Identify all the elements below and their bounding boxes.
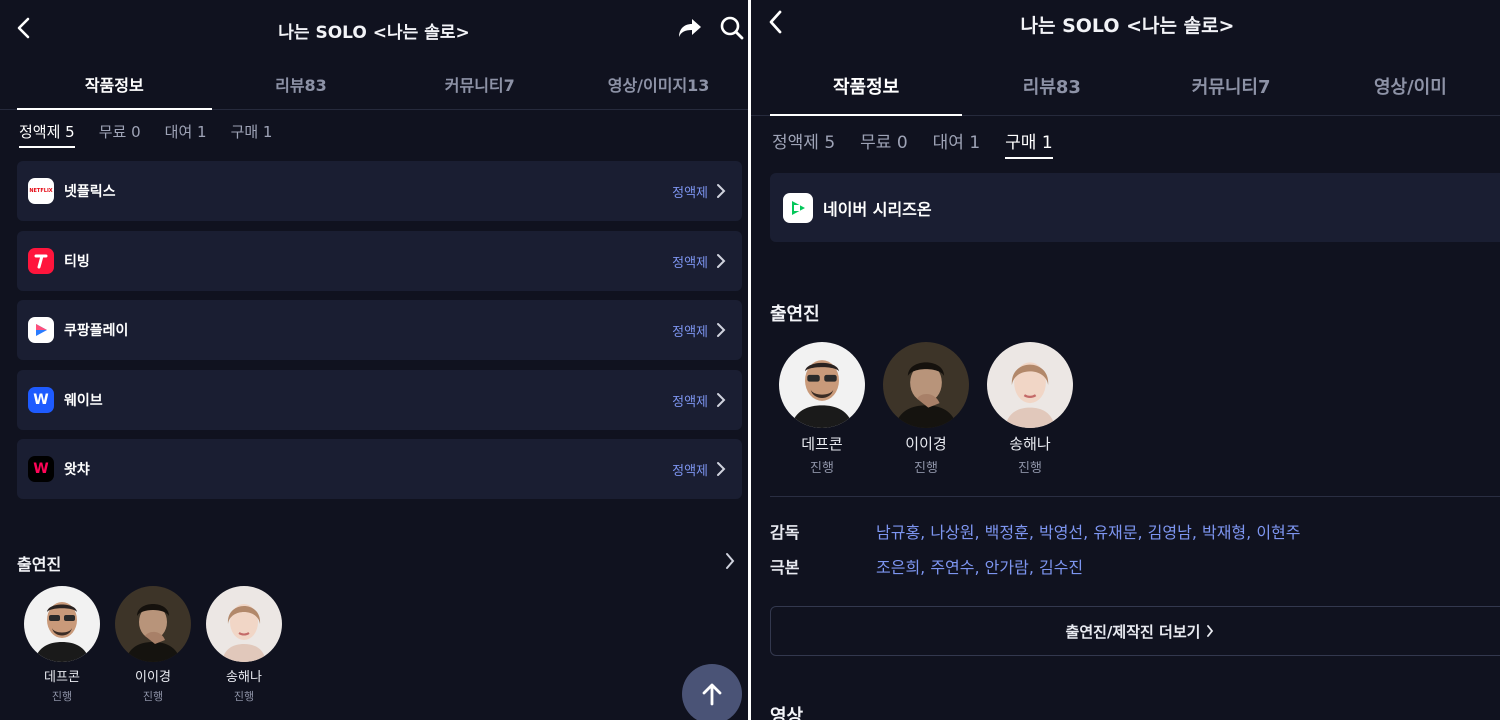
- provider-row[interactable]: W 웨이브 정액제: [17, 370, 742, 430]
- tab-info[interactable]: 작품정보: [17, 70, 212, 110]
- provider-plan-type: 정액제: [672, 463, 708, 479]
- cast-member[interactable]: 데프콘 진행: [24, 586, 100, 704]
- cast-role: 진행: [810, 461, 834, 476]
- credit-names-link[interactable]: 조은희, 주연수, 안가람, 김수진: [876, 554, 1083, 578]
- chevron-right-icon: [1207, 625, 1214, 637]
- credit-label: 극본: [770, 558, 800, 577]
- chevron-right-icon: [716, 461, 726, 477]
- main-tabs: 작품정보 리뷰83 커뮤니티7 영상/이미지13: [0, 70, 748, 110]
- cast-role: 진행: [233, 690, 255, 703]
- subtab-rental[interactable]: 대여 1: [165, 121, 207, 142]
- cast-member[interactable]: 송해나 진행: [987, 342, 1073, 476]
- cast-role: 진행: [1018, 461, 1042, 476]
- provider-name: 네이버 시리즈온: [823, 199, 932, 219]
- provider-row[interactable]: W 왓챠 정액제: [17, 439, 742, 499]
- header: 나는 SOLO <나는 솔로>: [0, 0, 748, 56]
- cast-crew-more-button[interactable]: 출연진/제작진 더보기: [770, 606, 1500, 656]
- subtab-purchase[interactable]: 구매 1: [231, 121, 273, 142]
- provider-name: 웨이브: [64, 393, 103, 409]
- cast-member[interactable]: 데프콘 진행: [779, 342, 865, 476]
- avatar: [206, 586, 282, 662]
- main-tabs: 작품정보 리뷰83 커뮤니티7 영상/이미: [751, 72, 1500, 116]
- more-button-label: 출연진/제작진 더보기: [1065, 622, 1201, 641]
- credit-row-director: 감독 남규홍, 나상원, 백정훈, 박영선, 유재문, 김영남, 박재형, 이현…: [770, 519, 1300, 543]
- cast-member[interactable]: 이이경 진행: [883, 342, 969, 476]
- provider-plan-type: 정액제: [672, 255, 708, 271]
- price-filter-tabs: 정액제 5 무료 0 대여 1 구매 1: [19, 121, 273, 148]
- credit-names-link[interactable]: 남규홍, 나상원, 백정훈, 박영선, 유재문, 김영남, 박재형, 이현주: [876, 519, 1300, 543]
- cast-role: 진행: [914, 461, 938, 476]
- provider-row[interactable]: NETFLIX 넷플릭스 정액제: [17, 161, 742, 221]
- cast-name: 송해나: [226, 670, 262, 685]
- provider-row[interactable]: 네이버 시리즈온: [770, 173, 1500, 242]
- provider-plan-type: 정액제: [672, 394, 708, 410]
- provider-row[interactable]: 티빙 정액제: [17, 231, 742, 291]
- tab-media[interactable]: 영상/이미지13: [569, 70, 748, 109]
- share-icon[interactable]: [677, 17, 703, 39]
- naver-series-on-logo-icon: [783, 192, 813, 223]
- avatar: [24, 586, 100, 662]
- header: 나는 SOLO <나는 솔로>: [751, 0, 1500, 56]
- watcha-logo-icon: W: [28, 456, 54, 482]
- avatar: [779, 342, 865, 428]
- cast-role: 진행: [51, 690, 73, 703]
- avatar: [883, 342, 969, 428]
- avatar: [987, 342, 1073, 428]
- video-section-title: 영상: [770, 706, 804, 720]
- tab-reviews[interactable]: 리뷰83: [212, 70, 391, 109]
- page-title: 나는 SOLO <나는 솔로>: [1020, 15, 1235, 37]
- provider-name: 왓챠: [64, 462, 90, 478]
- provider-row[interactable]: 쿠팡플레이 정액제: [17, 300, 742, 360]
- cast-member[interactable]: 송해나 진행: [206, 586, 282, 704]
- chevron-right-icon: [716, 183, 726, 199]
- cast-list: 데프콘 진행 이이경 진행 송해나 진행: [24, 586, 282, 704]
- subtab-subscription[interactable]: 정액제 5: [19, 121, 75, 148]
- provider-name: 넷플릭스: [64, 184, 116, 200]
- subtab-free[interactable]: 무료 0: [860, 128, 908, 153]
- cast-list: 데프콘 진행 이이경 진행 송해나 진행: [779, 342, 1073, 476]
- subtab-free[interactable]: 무료 0: [99, 121, 141, 142]
- scroll-to-top-button[interactable]: [682, 664, 742, 720]
- cast-name: 데프콘: [801, 435, 843, 453]
- provider-name: 티빙: [64, 254, 90, 270]
- tab-community[interactable]: 커뮤니티7: [1142, 72, 1321, 115]
- left-screen: 나는 SOLO <나는 솔로> 작품정보 리뷰83 커뮤니티7 영상/이미지13…: [0, 0, 748, 720]
- chevron-right-icon: [716, 392, 726, 408]
- cast-name: 이이경: [135, 670, 171, 685]
- coupang-play-logo-icon: [28, 317, 54, 343]
- provider-name: 쿠팡플레이: [64, 323, 129, 339]
- provider-plan-type: 정액제: [672, 324, 708, 340]
- cast-section-title: 출연진: [17, 555, 62, 574]
- avatar: [115, 586, 191, 662]
- cast-role: 진행: [142, 690, 164, 703]
- subtab-subscription[interactable]: 정액제 5: [772, 128, 835, 153]
- cast-member[interactable]: 이이경 진행: [115, 586, 191, 704]
- credit-row-writer: 극본 조은희, 주연수, 안가람, 김수진: [770, 554, 1083, 578]
- cast-name: 이이경: [905, 435, 947, 453]
- price-filter-tabs: 정액제 5 무료 0 대여 1 구매 1: [772, 128, 1053, 159]
- tab-community[interactable]: 커뮤니티7: [390, 70, 569, 109]
- section-divider: [770, 496, 1500, 497]
- tving-logo-icon: [28, 248, 54, 274]
- netflix-logo-icon: NETFLIX: [28, 178, 54, 204]
- tab-info[interactable]: 작품정보: [770, 72, 963, 116]
- cast-section-title: 출연진: [770, 304, 820, 325]
- provider-plan-type: 정액제: [672, 185, 708, 201]
- chevron-right-icon: [716, 322, 726, 338]
- cast-name: 송해나: [1009, 435, 1051, 453]
- cast-more-chevron-icon[interactable]: [724, 552, 736, 570]
- tab-reviews[interactable]: 리뷰83: [962, 72, 1141, 115]
- chevron-right-icon: [716, 253, 726, 269]
- subtab-purchase[interactable]: 구매 1: [1005, 128, 1053, 159]
- credit-label: 감독: [770, 523, 800, 542]
- wavve-logo-icon: W: [28, 387, 54, 413]
- arrow-up-icon: [702, 683, 722, 706]
- tab-media[interactable]: 영상/이미: [1321, 72, 1500, 115]
- cast-name: 데프콘: [44, 670, 80, 685]
- subtab-rental[interactable]: 대여 1: [933, 128, 981, 153]
- page-title: 나는 SOLO <나는 솔로>: [278, 23, 470, 43]
- search-icon[interactable]: [719, 15, 745, 41]
